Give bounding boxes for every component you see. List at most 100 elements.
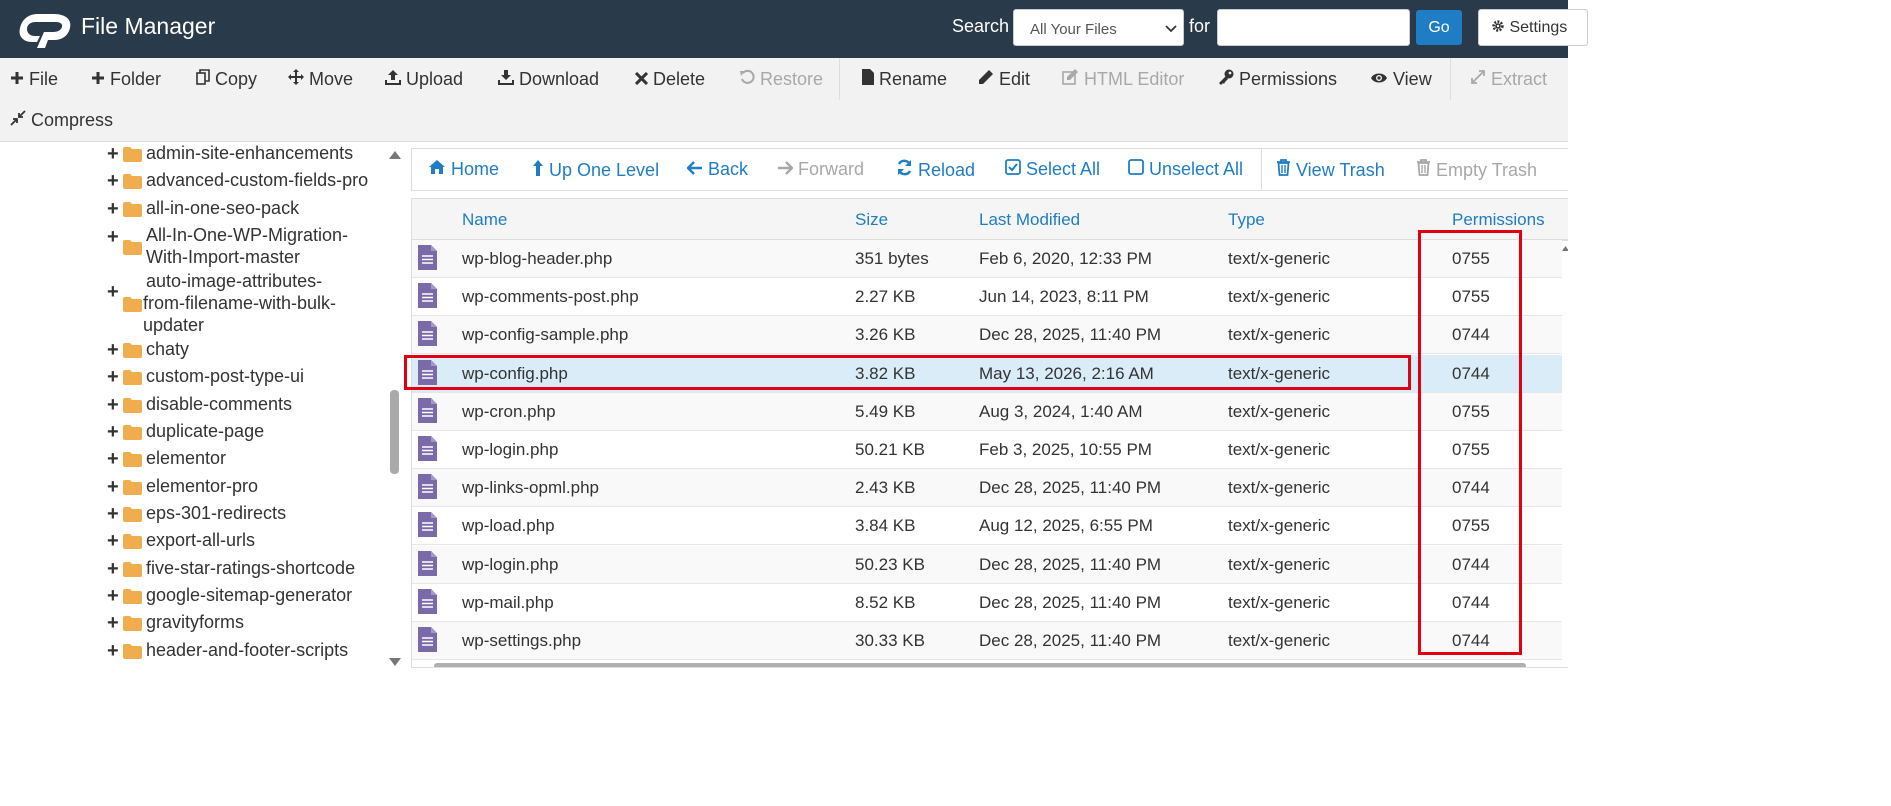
edit-label: Edit <box>999 69 1031 89</box>
search-input[interactable] <box>1217 9 1410 46</box>
settings-button[interactable]: Settings <box>1478 9 1588 46</box>
expand-plus-icon[interactable]: + <box>107 586 119 606</box>
tree-folder-item[interactable]: + auto-image-attributes-from-filename-wit… <box>0 270 385 340</box>
up-one-level-button[interactable]: Up One Level <box>532 159 659 182</box>
compress-button[interactable]: Compress <box>10 110 113 131</box>
restore-button[interactable]: Restore <box>739 69 823 90</box>
tree-folder-item[interactable]: + advanced-custom-fields-pro <box>0 169 385 195</box>
forward-button[interactable]: Forward <box>777 159 864 180</box>
tree-folder-item[interactable]: + duplicate-page <box>0 420 385 446</box>
tree-folder-item[interactable]: + export-all-urls <box>0 529 385 555</box>
table-row[interactable]: wp-settings.php 30.33 KB Dec 28, 2025, 11:… <box>412 622 1562 660</box>
table-row[interactable]: wp-config-sample.php 3.26 KB Dec 28, 2025,… <box>412 316 1562 355</box>
text-file-icon <box>418 512 437 542</box>
expand-plus-icon[interactable]: + <box>107 422 119 442</box>
scroll-up-arrow-icon[interactable] <box>389 147 401 165</box>
tree-folder-item[interactable]: + google-sitemap-generator <box>0 584 385 610</box>
tree-folder-item[interactable]: + custom-post-type-ui <box>0 365 385 391</box>
html-editor-button[interactable]: HTML Editor <box>1062 69 1184 90</box>
scroll-thumb[interactable] <box>390 390 399 474</box>
reload-button[interactable]: Reload <box>896 159 975 181</box>
new-folder-button[interactable]: Folder <box>91 69 161 90</box>
expand-plus-icon[interactable]: + <box>107 641 119 661</box>
expand-plus-icon[interactable]: + <box>107 227 119 247</box>
column-header-type[interactable]: Type <box>1228 210 1265 230</box>
expand-plus-icon[interactable]: + <box>107 367 119 387</box>
tree-folder-label: admin-site-enhancements <box>146 143 354 163</box>
expand-plus-icon[interactable]: + <box>107 395 119 415</box>
expand-plus-icon[interactable]: + <box>107 449 119 469</box>
upload-button[interactable]: Upload <box>385 69 463 90</box>
file-last-modified: Dec 28, 2025, 11:40 PM <box>979 478 1162 498</box>
tree-folder-item[interactable]: + elementor-pro <box>0 475 385 501</box>
tree-folder-item[interactable]: + disable-comments <box>0 393 385 419</box>
empty-trash-button[interactable]: Empty Trash <box>1416 159 1537 181</box>
home-button[interactable]: Home <box>428 159 499 180</box>
rename-button[interactable]: Rename <box>862 69 947 90</box>
delete-button[interactable]: Delete <box>634 69 705 90</box>
edit-button[interactable]: Edit <box>978 69 1030 90</box>
view-button[interactable]: View <box>1370 69 1432 90</box>
tree-folder-item[interactable]: + All-In-One-WP-Migration- With-Import-mas… <box>0 224 385 272</box>
tree-folder-item[interactable]: + gravityforms <box>0 611 385 637</box>
move-button[interactable]: Move <box>288 69 353 90</box>
table-vertical-scrollbar[interactable] <box>1562 241 1568 667</box>
column-header-name[interactable]: Name <box>462 210 507 230</box>
table-row[interactable]: wp-cron.php 5.49 KB Aug 3, 2024, 1:40 AM te… <box>412 392 1562 431</box>
tree-folder-item[interactable]: + all-in-one-seo-pack <box>0 197 385 223</box>
column-header-permissions[interactable]: Permissions <box>1452 210 1545 230</box>
expand-plus-icon[interactable]: + <box>107 504 119 524</box>
text-file-icon <box>418 627 437 657</box>
go-button[interactable]: Go <box>1416 10 1462 45</box>
folder-icon <box>123 506 142 527</box>
column-header-last-modified[interactable]: Last Modified <box>979 210 1080 230</box>
table-row[interactable]: wp-blog-header.php 351 bytes Feb 6, 2020, … <box>412 240 1562 278</box>
file-size: 3.84 KB <box>855 516 916 536</box>
expand-plus-icon[interactable]: + <box>107 199 119 219</box>
expand-plus-icon[interactable]: + <box>107 559 119 579</box>
plus-icon <box>91 69 110 90</box>
expand-plus-icon[interactable]: + <box>107 171 119 191</box>
expand-plus-icon[interactable]: + <box>107 144 119 164</box>
folder-tree: + admin-site-enhancements + advanced-custom… <box>0 142 404 668</box>
file-name: wp-login.php <box>462 440 559 459</box>
table-row[interactable]: wp-login.php 50.21 KB Feb 3, 2025, 10:55 P… <box>412 431 1562 469</box>
scroll-thumb[interactable] <box>434 663 1526 667</box>
tree-folder-item[interactable]: + admin-site-enhancements <box>0 142 385 168</box>
toolbar-divider <box>839 58 840 100</box>
back-button[interactable]: Back <box>686 159 748 180</box>
tree-folder-label: custom-post-type-ui <box>146 366 305 386</box>
tree-folder-item[interactable]: + elementor <box>0 447 385 473</box>
select-all-button[interactable]: Select All <box>1005 159 1100 180</box>
expand-plus-icon[interactable]: + <box>107 477 119 497</box>
download-button[interactable]: Download <box>498 69 599 90</box>
search-scope-select[interactable]: All Your Files <box>1013 9 1184 46</box>
unselect-all-button[interactable]: Unselect All <box>1128 159 1243 180</box>
column-header-size[interactable]: Size <box>855 210 888 230</box>
app-title: File Manager <box>81 13 216 39</box>
copy-button[interactable]: Copy <box>196 69 257 90</box>
table-row[interactable]: wp-links-opml.php 2.43 KB Dec 28, 2025, 11… <box>412 469 1562 508</box>
tree-folder-item[interactable]: + eps-301-redirects <box>0 502 385 528</box>
scroll-down-arrow-icon[interactable] <box>389 654 401 672</box>
expand-plus-icon[interactable]: + <box>107 282 119 302</box>
table-row[interactable]: wp-login.php 50.23 KB Dec 28, 2025, 11:40 … <box>412 545 1562 584</box>
folder-icon <box>123 424 142 445</box>
expand-plus-icon[interactable]: + <box>107 613 119 633</box>
tree-scrollbar[interactable] <box>386 142 404 668</box>
tree-folder-item[interactable]: + chaty <box>0 338 385 364</box>
file-table: Name Size Last Modified Type Permissions… <box>411 198 1568 668</box>
tree-folder-item[interactable]: + five-star-ratings-shortcode <box>0 557 385 583</box>
tree-folder-item[interactable]: + header-and-footer-scripts <box>0 639 385 665</box>
nav-divider <box>1261 149 1262 190</box>
permissions-button[interactable]: Permissions <box>1218 69 1337 90</box>
view-trash-button[interactable]: View Trash <box>1276 159 1385 181</box>
expand-plus-icon[interactable]: + <box>107 531 119 551</box>
table-row[interactable]: wp-mail.php 8.52 KB Dec 28, 2025, 11:40 PM… <box>412 584 1562 622</box>
table-row[interactable]: wp-comments-post.php 2.27 KB Jun 14, 2023,… <box>412 278 1562 317</box>
table-row[interactable]: wp-load.php 3.84 KB Aug 12, 2025, 6:55 PM t… <box>412 507 1562 546</box>
extract-button[interactable]: Extract <box>1470 69 1547 90</box>
table-horizontal-scrollbar[interactable] <box>412 662 1568 667</box>
expand-plus-icon[interactable]: + <box>107 340 119 360</box>
new-file-button[interactable]: File <box>10 69 58 90</box>
